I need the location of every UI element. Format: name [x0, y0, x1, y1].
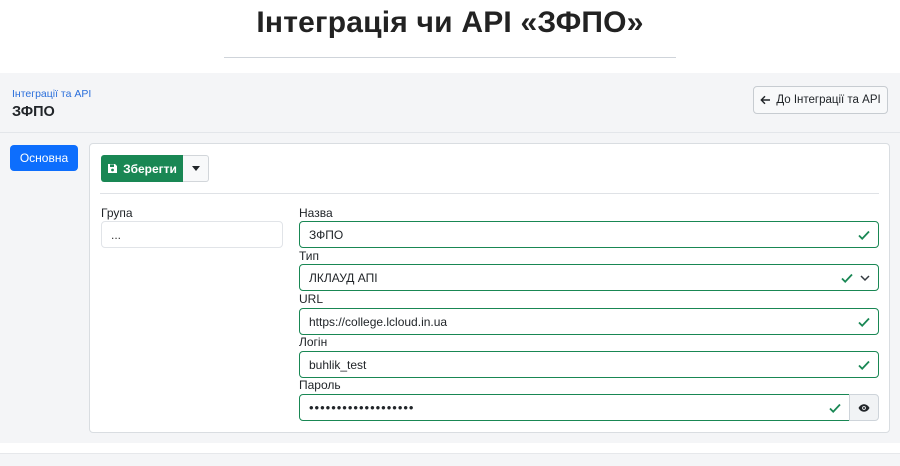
page-title: Інтеграція чи API «ЗФПО»: [256, 6, 644, 39]
group-label: Група: [101, 206, 133, 220]
tab-main[interactable]: Основна: [10, 145, 78, 171]
chevron-down-icon: [860, 275, 870, 282]
password-field[interactable]: •••••••••••••••••••: [299, 394, 850, 421]
url-value: https://college.lcloud.in.ua: [309, 314, 448, 329]
caret-down-icon: [191, 166, 200, 171]
save-button[interactable]: Зберегти: [101, 155, 183, 182]
check-icon: [858, 317, 870, 327]
arrow-left-icon: [760, 95, 771, 105]
type-label: Тип: [299, 249, 320, 263]
save-button-group: Зберегти: [101, 155, 209, 182]
group-field[interactable]: ...: [101, 221, 283, 248]
footer-band: [0, 453, 900, 466]
back-to-integrations-button[interactable]: До Інтеграції та API: [753, 86, 888, 114]
type-value: ЛКЛАУД АПІ: [309, 270, 378, 285]
name-label: Назва: [299, 206, 333, 220]
save-button-label: Зберегти: [123, 161, 177, 176]
breadcrumb-link[interactable]: Інтеграції та API: [12, 88, 91, 100]
toolbar-divider: [100, 193, 879, 194]
url-label: URL: [299, 292, 324, 306]
check-icon: [829, 403, 841, 413]
password-value: •••••••••••••••••••: [309, 400, 415, 415]
check-icon: [841, 273, 853, 283]
record-title: ЗФПО: [12, 104, 55, 120]
back-button-label: До Інтеграції та API: [776, 94, 881, 106]
login-value: buhlik_test: [309, 357, 367, 372]
check-icon: [858, 360, 870, 370]
eye-icon: [858, 403, 870, 412]
type-select[interactable]: ЛКЛАУД АПІ: [299, 264, 879, 291]
login-label: Логін: [299, 335, 328, 349]
floppy-disk-icon: [108, 164, 118, 173]
toggle-password-visibility-button[interactable]: [849, 394, 879, 421]
check-icon: [858, 230, 870, 240]
password-label: Пароль: [299, 378, 341, 392]
name-field[interactable]: ЗФПО: [299, 221, 879, 248]
save-options-dropdown[interactable]: [183, 155, 209, 182]
login-field[interactable]: buhlik_test: [299, 351, 879, 378]
title-divider: [224, 57, 676, 58]
url-field[interactable]: https://college.lcloud.in.ua: [299, 308, 879, 335]
name-value: ЗФПО: [309, 227, 344, 242]
